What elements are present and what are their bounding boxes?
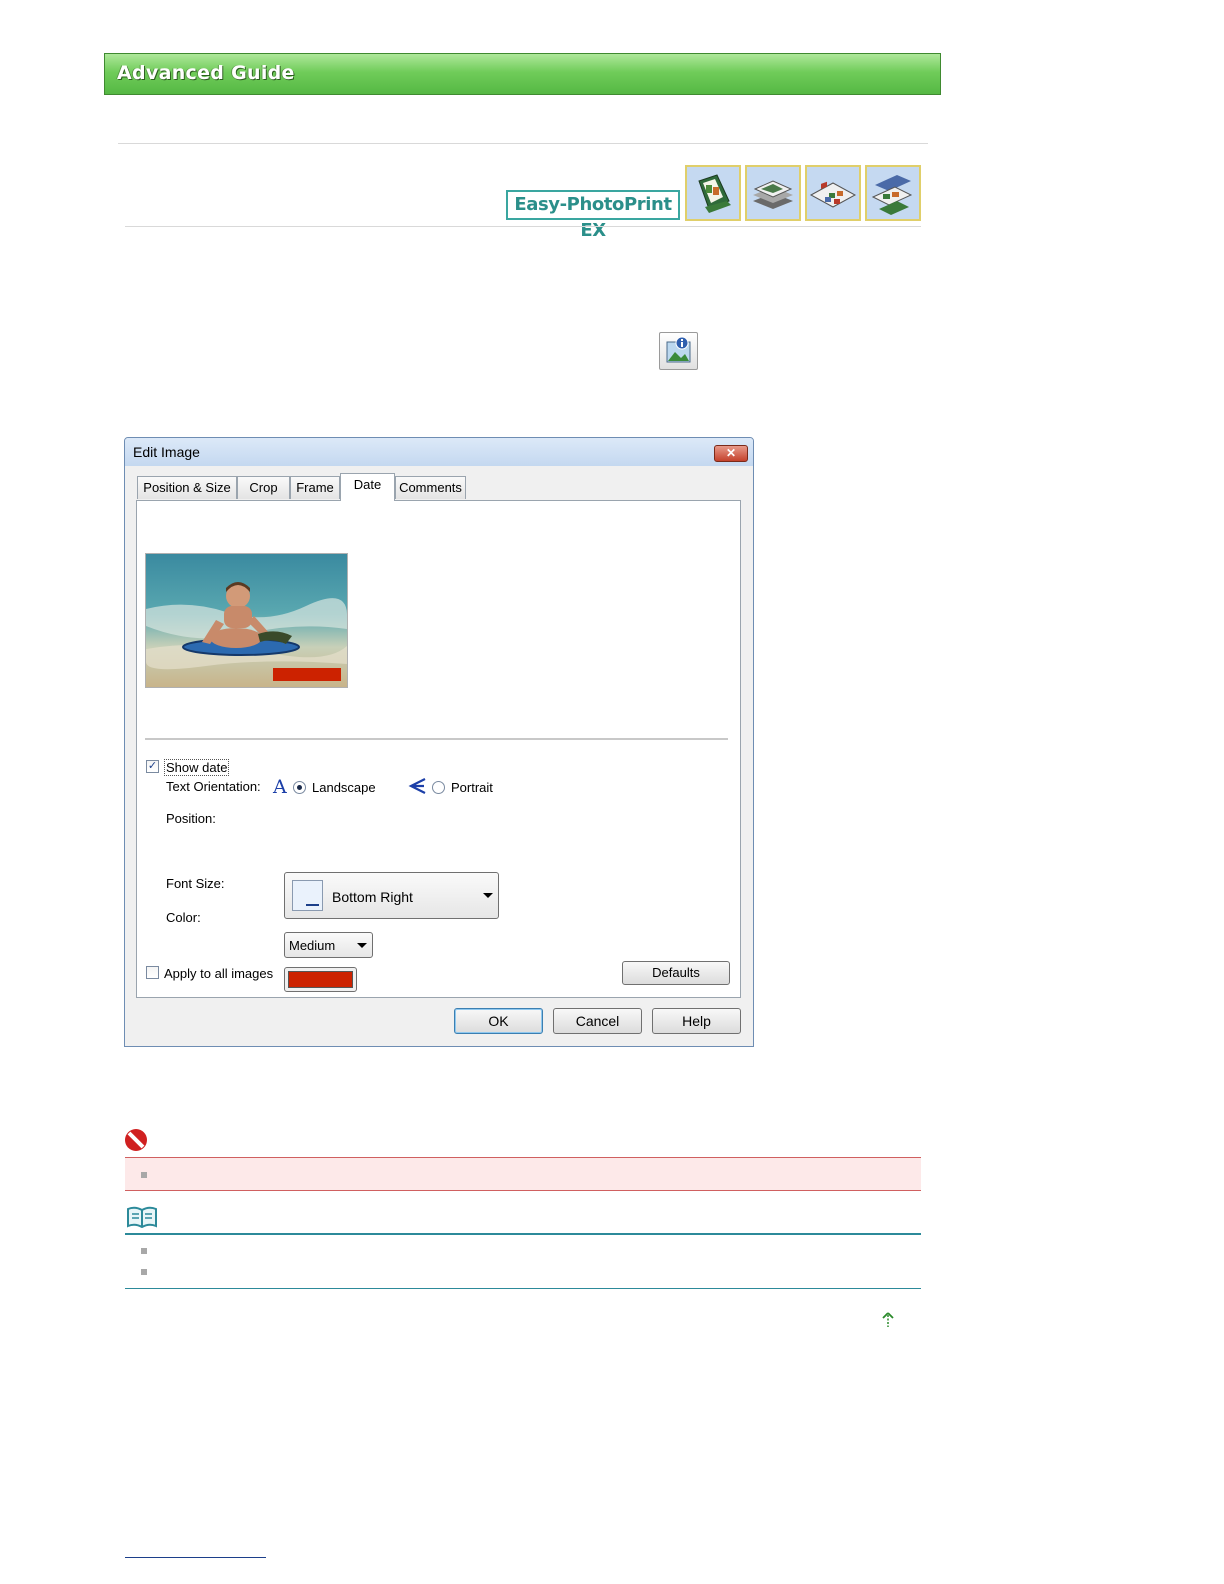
color-button[interactable]	[284, 967, 357, 992]
sticker-mode-icon[interactable]	[865, 165, 921, 221]
note-icon	[126, 1206, 158, 1229]
text-orientation-label: Text Orientation:	[166, 779, 261, 794]
position-label: Position:	[166, 811, 216, 826]
portrait-label: Portrait	[451, 780, 493, 795]
tab-position-size[interactable]: Position & Size	[137, 476, 237, 499]
defaults-button[interactable]: Defaults	[622, 961, 730, 985]
list-bullet	[141, 1172, 147, 1178]
portrait-radio[interactable]	[432, 781, 445, 794]
bottom-right-position-icon	[292, 880, 323, 911]
page-top-icon[interactable]	[881, 1312, 895, 1328]
footer-link-underline	[125, 1557, 266, 1558]
color-label: Color:	[166, 910, 201, 925]
tab-date[interactable]: Date	[340, 473, 395, 501]
date-stamp-marker	[273, 668, 341, 681]
cancel-button[interactable]: Cancel	[553, 1008, 642, 1034]
show-date-checkbox[interactable]: ✓	[146, 760, 159, 773]
check-icon: ✓	[147, 760, 158, 772]
banner-title: Advanced Guide	[117, 62, 295, 84]
landscape-label: Landscape	[312, 780, 376, 795]
note-end-divider	[125, 1288, 921, 1289]
font-size-label: Font Size:	[166, 876, 225, 891]
tab-comments[interactable]: Comments	[395, 476, 466, 499]
apply-all-checkbox[interactable]	[146, 966, 159, 979]
list-bullet	[141, 1248, 147, 1254]
image-info-icon	[659, 332, 698, 370]
photo-print-mode-icon[interactable]	[745, 165, 801, 221]
panel-separator	[145, 738, 728, 741]
important-icon	[124, 1128, 148, 1152]
image-preview	[145, 553, 348, 688]
app-logo: Easy-PhotoPrint EX	[506, 190, 680, 241]
font-size-select[interactable]: Medium	[284, 932, 373, 958]
guide-banner: Advanced Guide	[104, 53, 941, 95]
important-note	[125, 1157, 921, 1191]
layout-print-mode-icon[interactable]	[805, 165, 861, 221]
title-divider	[125, 226, 921, 227]
portrait-orientation-icon	[408, 776, 428, 796]
color-swatch	[288, 971, 353, 988]
note-divider	[125, 1233, 921, 1235]
header-divider	[118, 143, 928, 144]
landscape-orientation-icon: A	[273, 776, 287, 798]
font-size-value: Medium	[289, 938, 336, 953]
chevron-down-icon	[357, 943, 367, 948]
show-date-label: Show date	[164, 759, 230, 776]
ok-button[interactable]: OK	[454, 1008, 543, 1034]
close-button[interactable]: ✕	[714, 445, 748, 462]
position-select[interactable]: Bottom Right	[284, 872, 499, 919]
tab-crop[interactable]: Crop	[237, 476, 290, 499]
album-mode-icon[interactable]	[685, 165, 741, 221]
edit-image-dialog: Edit Image ✕ Position & Size Crop Frame …	[124, 437, 754, 1047]
position-value: Bottom Right	[332, 889, 413, 905]
help-button[interactable]: Help	[652, 1008, 741, 1034]
list-bullet	[141, 1269, 147, 1275]
close-icon: ✕	[725, 446, 737, 460]
dialog-title: Edit Image	[133, 444, 200, 460]
dialog-titlebar: Edit Image ✕	[125, 438, 753, 466]
chevron-down-icon	[483, 893, 493, 898]
tab-frame[interactable]: Frame	[290, 476, 340, 499]
landscape-radio[interactable]	[293, 781, 306, 794]
date-tab-panel: ✓ Show date Text Orientation: A Landscap…	[136, 500, 741, 998]
apply-all-label: Apply to all images	[164, 966, 274, 981]
